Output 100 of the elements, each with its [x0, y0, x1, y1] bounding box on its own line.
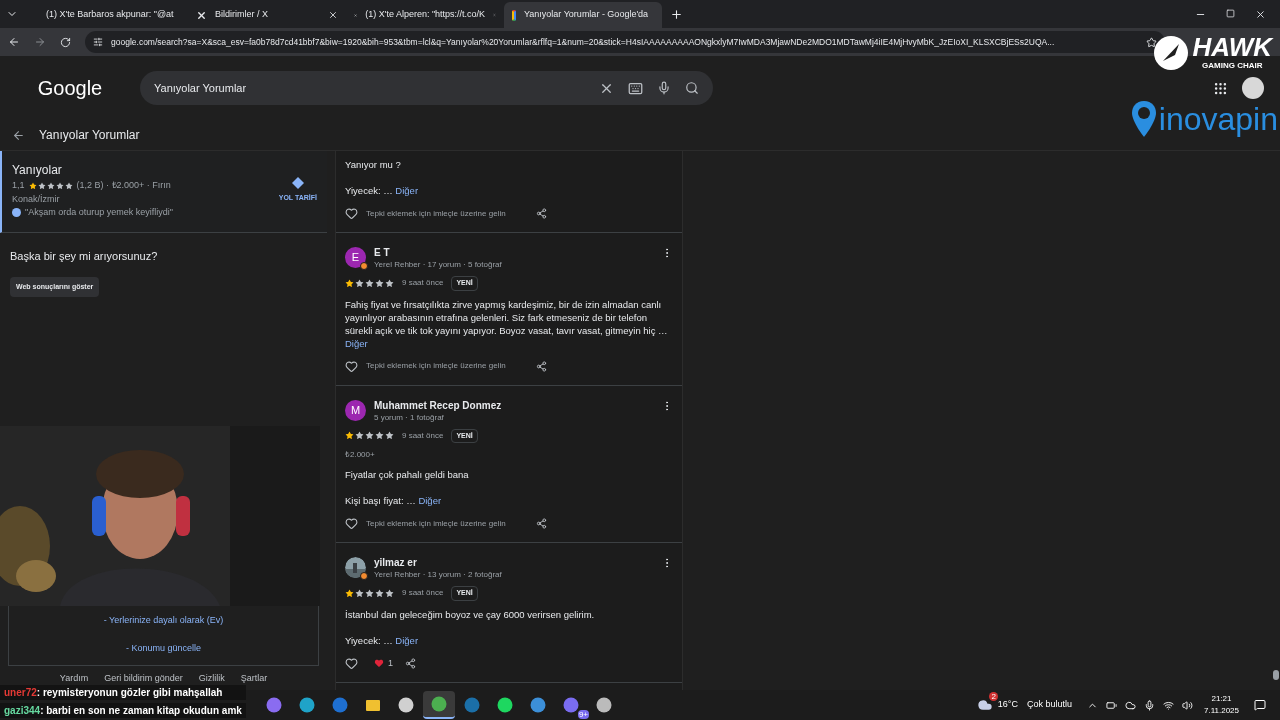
- apps-icon[interactable]: [1213, 80, 1228, 96]
- location-link[interactable]: - Konumu güncelle: [125, 641, 201, 655]
- taskbar-app[interactable]: [423, 691, 455, 719]
- reviewer-name[interactable]: yilmaz er: [374, 557, 653, 569]
- bookmark-icon[interactable]: [1146, 36, 1157, 48]
- review-time: 9 saat önce: [402, 429, 444, 442]
- app-icon: [563, 697, 579, 713]
- reload-icon[interactable]: [60, 36, 71, 48]
- tab-title: Yanıyolar Yorumlar - Google'da: [524, 8, 649, 22]
- footer-link[interactable]: Yardım: [59, 672, 89, 686]
- search-text: Yanıyolar Yorumlar: [154, 80, 248, 96]
- search-field[interactable]: Yanıyolar Yorumlar: [140, 71, 713, 105]
- network-icon[interactable]: [1163, 699, 1174, 711]
- cloud-icon[interactable]: [1125, 699, 1136, 711]
- scrollbar-thumb[interactable]: [1273, 670, 1279, 680]
- heart-icon[interactable]: [345, 359, 358, 373]
- more-link[interactable]: Diğer: [418, 495, 442, 506]
- app-icon: [332, 697, 348, 713]
- feather-logo-icon: [1152, 35, 1189, 71]
- app-icon: [464, 697, 480, 713]
- location-link[interactable]: - Yerlerinize dayalı olarak (Ev): [103, 614, 224, 628]
- share-icon[interactable]: [535, 208, 547, 219]
- heart-icon[interactable]: [345, 207, 358, 220]
- back-icon[interactable]: [12, 128, 25, 142]
- price: ₺2.000+: [345, 449, 376, 461]
- star-icon: [355, 278, 364, 288]
- notifications-icon[interactable]: [1254, 699, 1266, 711]
- star-icon: [355, 431, 364, 441]
- taskbar-app[interactable]: 9+: [555, 691, 587, 719]
- heart-icon[interactable]: [345, 517, 358, 530]
- brand-name: HAWK: [1192, 34, 1272, 60]
- share-icon[interactable]: [535, 518, 547, 529]
- star-icon: [46, 181, 55, 190]
- review-text: Fahiş fiyat ve fırsatçılıkta zirve yapmış kardeşimiz, bir de izin almadan canlı yayınlıyor arabasının etrafına gelenleri. Siz fark etmeseniz de bir telefon sürekli açık ve tik tok yayını yapıyor. Boyoz vasat, tavır vasat, gitmeyin hiç … Diğer: [345, 297, 669, 350]
- app-icon: [431, 696, 447, 712]
- avatar: E: [345, 247, 366, 268]
- browser-tab[interactable]: Bildirimler / X: [188, 2, 346, 28]
- chat-message: gazi344: barbi en son ne zaman kitap okudun amk: [0, 703, 246, 718]
- directions-icon: [291, 177, 304, 189]
- mic-icon[interactable]: [657, 81, 671, 95]
- sponsor-name: inovapin: [1158, 101, 1278, 137]
- browser-tab[interactable]: (1) X'te Alperen: "https://t.co/K: [346, 2, 504, 28]
- weather-badge: 2: [989, 692, 998, 701]
- review-time: 9 saat önce: [402, 587, 444, 600]
- share-icon[interactable]: [535, 360, 547, 372]
- review-text: Yiyecek: … Diğer: [345, 184, 420, 197]
- reviewer-meta: Yerel Rehber · 17 yorum · 5 fotoğraf: [374, 259, 503, 271]
- star-icon: [375, 588, 384, 598]
- reviewer-name[interactable]: Muhammet Recep Donmez: [374, 399, 653, 412]
- user-icon: [12, 208, 21, 218]
- keyboard-icon[interactable]: [628, 80, 643, 96]
- pin-logo-icon: [1130, 100, 1157, 138]
- star-icon: [64, 181, 73, 190]
- reaction-hint: Tepki eklemek için imleçle üzerine gelin: [366, 360, 506, 372]
- restore-icon[interactable]: [1226, 9, 1235, 18]
- heart-icon: [374, 658, 384, 669]
- reaction-hint: Tepki eklemek için imleçle üzerine gelin: [366, 207, 506, 220]
- clock-date: 7.11.2025: [1204, 705, 1239, 717]
- more-link[interactable]: Diğer: [395, 634, 419, 646]
- new-tab-icon[interactable]: [670, 8, 683, 21]
- footer-link[interactable]: Geri bildirim gönder: [104, 672, 183, 686]
- back-icon[interactable]: [8, 36, 20, 48]
- browser-tab[interactable]: Yanıyolar Yorumlar - Google'da: [504, 2, 662, 28]
- review-text: Yanıyor mu ?: [345, 158, 402, 171]
- footer-link[interactable]: Şartlar: [240, 672, 268, 686]
- star-icon: [345, 278, 354, 288]
- close-icon[interactable]: [1255, 9, 1266, 20]
- heart-icon[interactable]: [345, 656, 358, 670]
- avatar[interactable]: [1242, 77, 1264, 99]
- app-icon: [266, 697, 282, 713]
- weather-text: Çok bulutlu: [1026, 698, 1072, 712]
- close-icon[interactable]: [328, 10, 338, 20]
- more-link[interactable]: Diğer: [345, 337, 368, 349]
- star-icon: [365, 278, 374, 288]
- chat-message: uner72: reymisteryonun gözler gibi mahşallah: [0, 685, 246, 700]
- tab-title: (1) X'te Alperen: "https://t.co/K: [365, 8, 486, 22]
- reviewer-name[interactable]: E T: [374, 247, 653, 259]
- weather-icon[interactable]: [976, 697, 993, 713]
- more-link[interactable]: Diğer: [395, 185, 419, 196]
- suggestion-question: Başka bir şey mi arıyorsunuz?: [10, 249, 158, 264]
- battery-icon[interactable]: [1106, 699, 1117, 711]
- url-text: google.com/search?sa=X&sca_esv=fa0b78d7cd41bbf7&biw=1920&bih=953&tbm=lcl&q=Yanıyolar%20Yorumlar&rflfq=1&num=20&stick=H4sIAAAAAAAAAONgkxlyM7IwMDA3MjawNDe2MDO1MDTawMj4iIE4MjHvyMbK_JzEIoXI_KLSXCBjESs2UQA...: [111, 35, 1056, 49]
- tab-title: Bildirimler / X: [215, 8, 269, 22]
- star-icon: [385, 431, 394, 441]
- address-bar[interactable]: [85, 31, 1165, 53]
- place-name: Yanıyolar: [12, 162, 63, 179]
- google-logo[interactable]: Google: [0, 73, 140, 103]
- footer-link[interactable]: Gizlilik: [198, 672, 225, 686]
- share-icon[interactable]: [405, 657, 416, 669]
- star-icon: [37, 181, 46, 190]
- site-settings-icon[interactable]: [93, 37, 103, 47]
- volume-icon[interactable]: [1182, 699, 1193, 711]
- browser-tab[interactable]: (1) X'te Barbaros akpunar: "@at: [30, 2, 188, 28]
- temperature: 16°C: [997, 698, 1018, 712]
- star-icon: [345, 431, 354, 441]
- app-icon: [530, 697, 546, 713]
- search-icon[interactable]: [685, 81, 699, 95]
- star-icon: [375, 278, 384, 288]
- app-icon: [596, 697, 612, 713]
- mic-icon[interactable]: [1144, 699, 1155, 711]
